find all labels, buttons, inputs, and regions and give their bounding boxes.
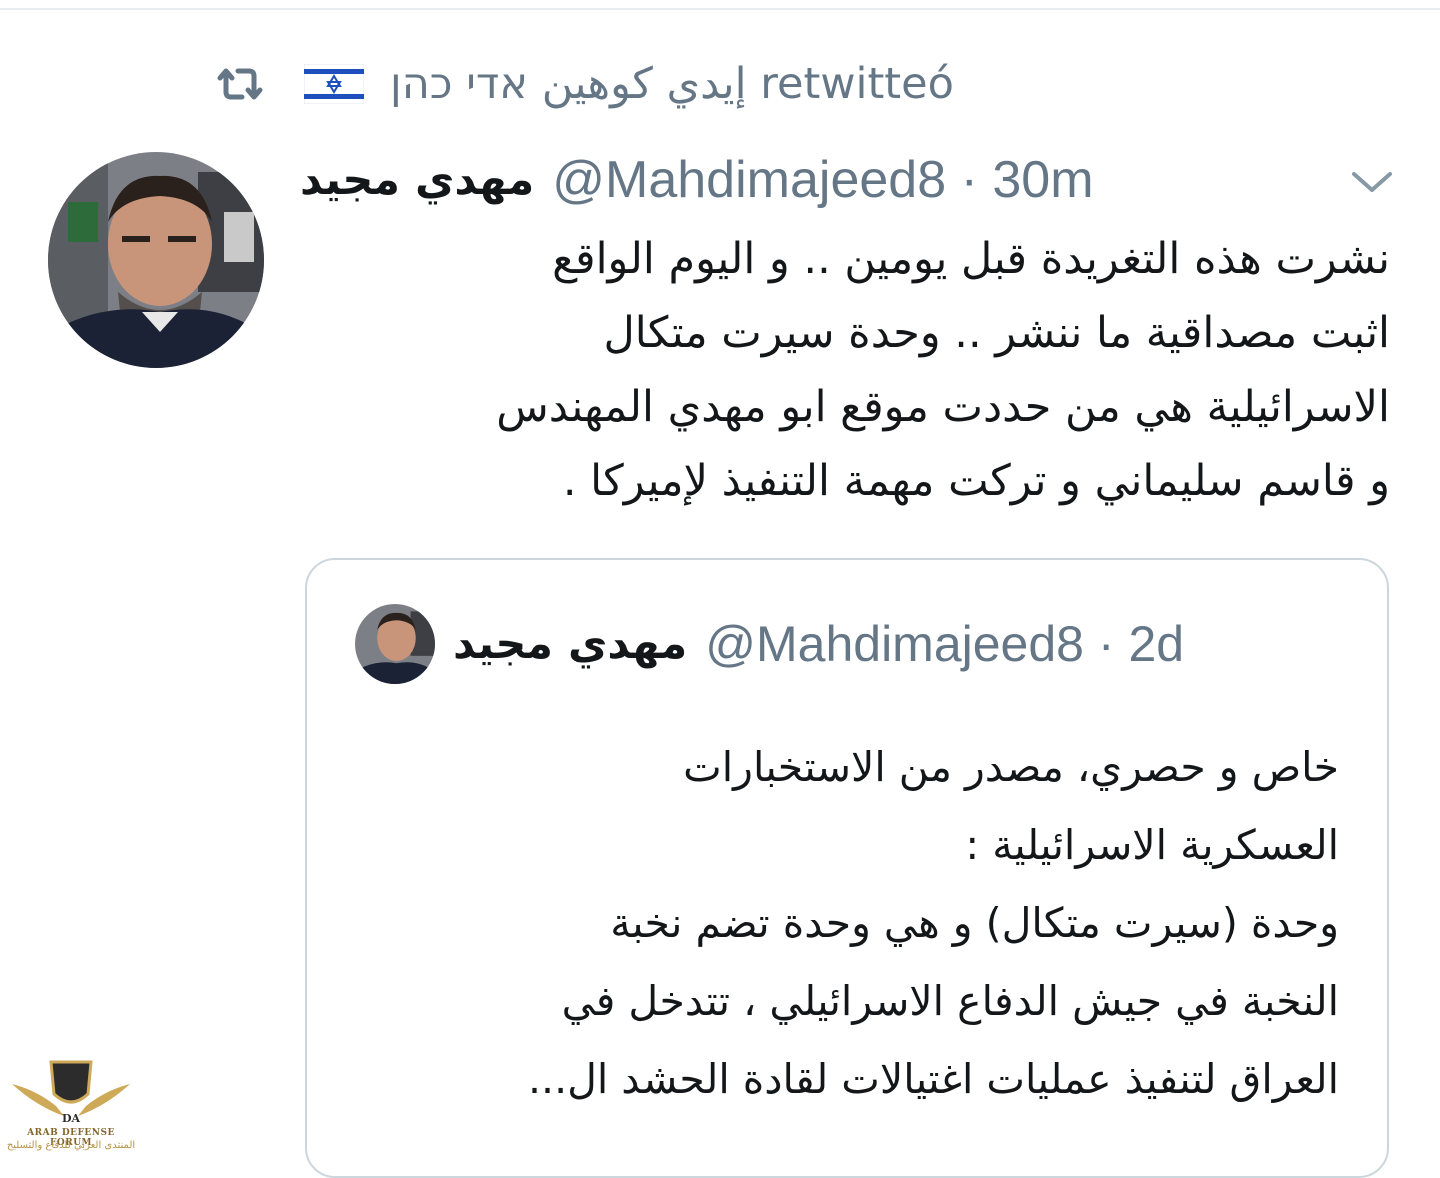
quoted-display-name[interactable]: مهدي مجيد [453,619,687,669]
quoted-line: النخبة في جيش الدفاع الاسرائيلي ، تتدخل … [561,977,1339,1025]
tweet-text: نشرت هذه التغريدة قبل يومين .. و اليوم ا… [310,222,1390,518]
timestamp[interactable]: 30m [992,151,1093,209]
separator: · [960,151,978,209]
avatar[interactable] [48,152,264,368]
quoted-tweet-card[interactable]: مهدي مجيد @Mahdimajeed8 · 2d خاص و حصري،… [305,558,1389,1178]
tweet-header: مهدي مجيد @Mahdimajeed8 · 30m [300,148,1200,212]
handle-time: @Mahdimajeed8 · 30m [552,150,1093,210]
retweet-context-text[interactable]: إيدي كوهين אדי כהן retwitteó [390,59,954,109]
quoted-tweet-text: خاص و حصري، مصدر من الاستخبارات العسكرية… [347,728,1339,1118]
chevron-down-icon[interactable] [1346,162,1398,202]
quoted-separator: · [1097,616,1115,672]
quoted-handle[interactable]: @Mahdimajeed8 [705,616,1084,672]
tweet-line: نشرت هذه التغريدة قبل يومين .. و اليوم ا… [552,234,1390,284]
handle[interactable]: @Mahdimajeed8 [552,151,946,209]
quoted-header: مهدي مجيد @Mahdimajeed8 · 2d [453,612,1184,676]
quoted-line: خاص و حصري، مصدر من الاستخبارات [683,743,1339,791]
quoted-line: العراق لتنفيذ عمليات اغتيالات لقادة الحش… [528,1055,1339,1103]
quoted-avatar[interactable] [355,604,435,684]
watermark-line2: المنتدى العربي للدفاع والتسليح [6,1140,136,1151]
svg-text:DA: DA [62,1112,81,1125]
top-divider [0,8,1440,10]
tweet-line: الاسرائيلية هي من حددت موقع ابو مهدي الم… [496,382,1390,432]
tweet-line: و قاسم سليماني و تركت مهمة التنفيذ لإمير… [562,456,1390,506]
arab-defense-forum-logo: DA [12,1060,130,1125]
quoted-handle-time: @Mahdimajeed8 · 2d [705,615,1184,673]
quoted-line: العسكرية الاسرائيلية : [965,821,1339,869]
watermark: DA ARAB DEFENSE FORUM المنتدى العربي للد… [6,1054,136,1154]
tweet-line: اثبت مصداقية ما ننشر .. وحدة سيرت متكال [603,308,1390,358]
quoted-timestamp[interactable]: 2d [1128,616,1184,672]
retweet-icon [214,62,266,106]
quoted-line: وحدة (سيرت متكال) و هي وحدة تضم نخبة [610,899,1339,947]
israel-flag-icon [303,63,365,105]
retweet-context[interactable]: إيدي كوهين אדי כהן retwitteó [214,52,954,116]
display-name[interactable]: مهدي مجيد [300,155,534,205]
